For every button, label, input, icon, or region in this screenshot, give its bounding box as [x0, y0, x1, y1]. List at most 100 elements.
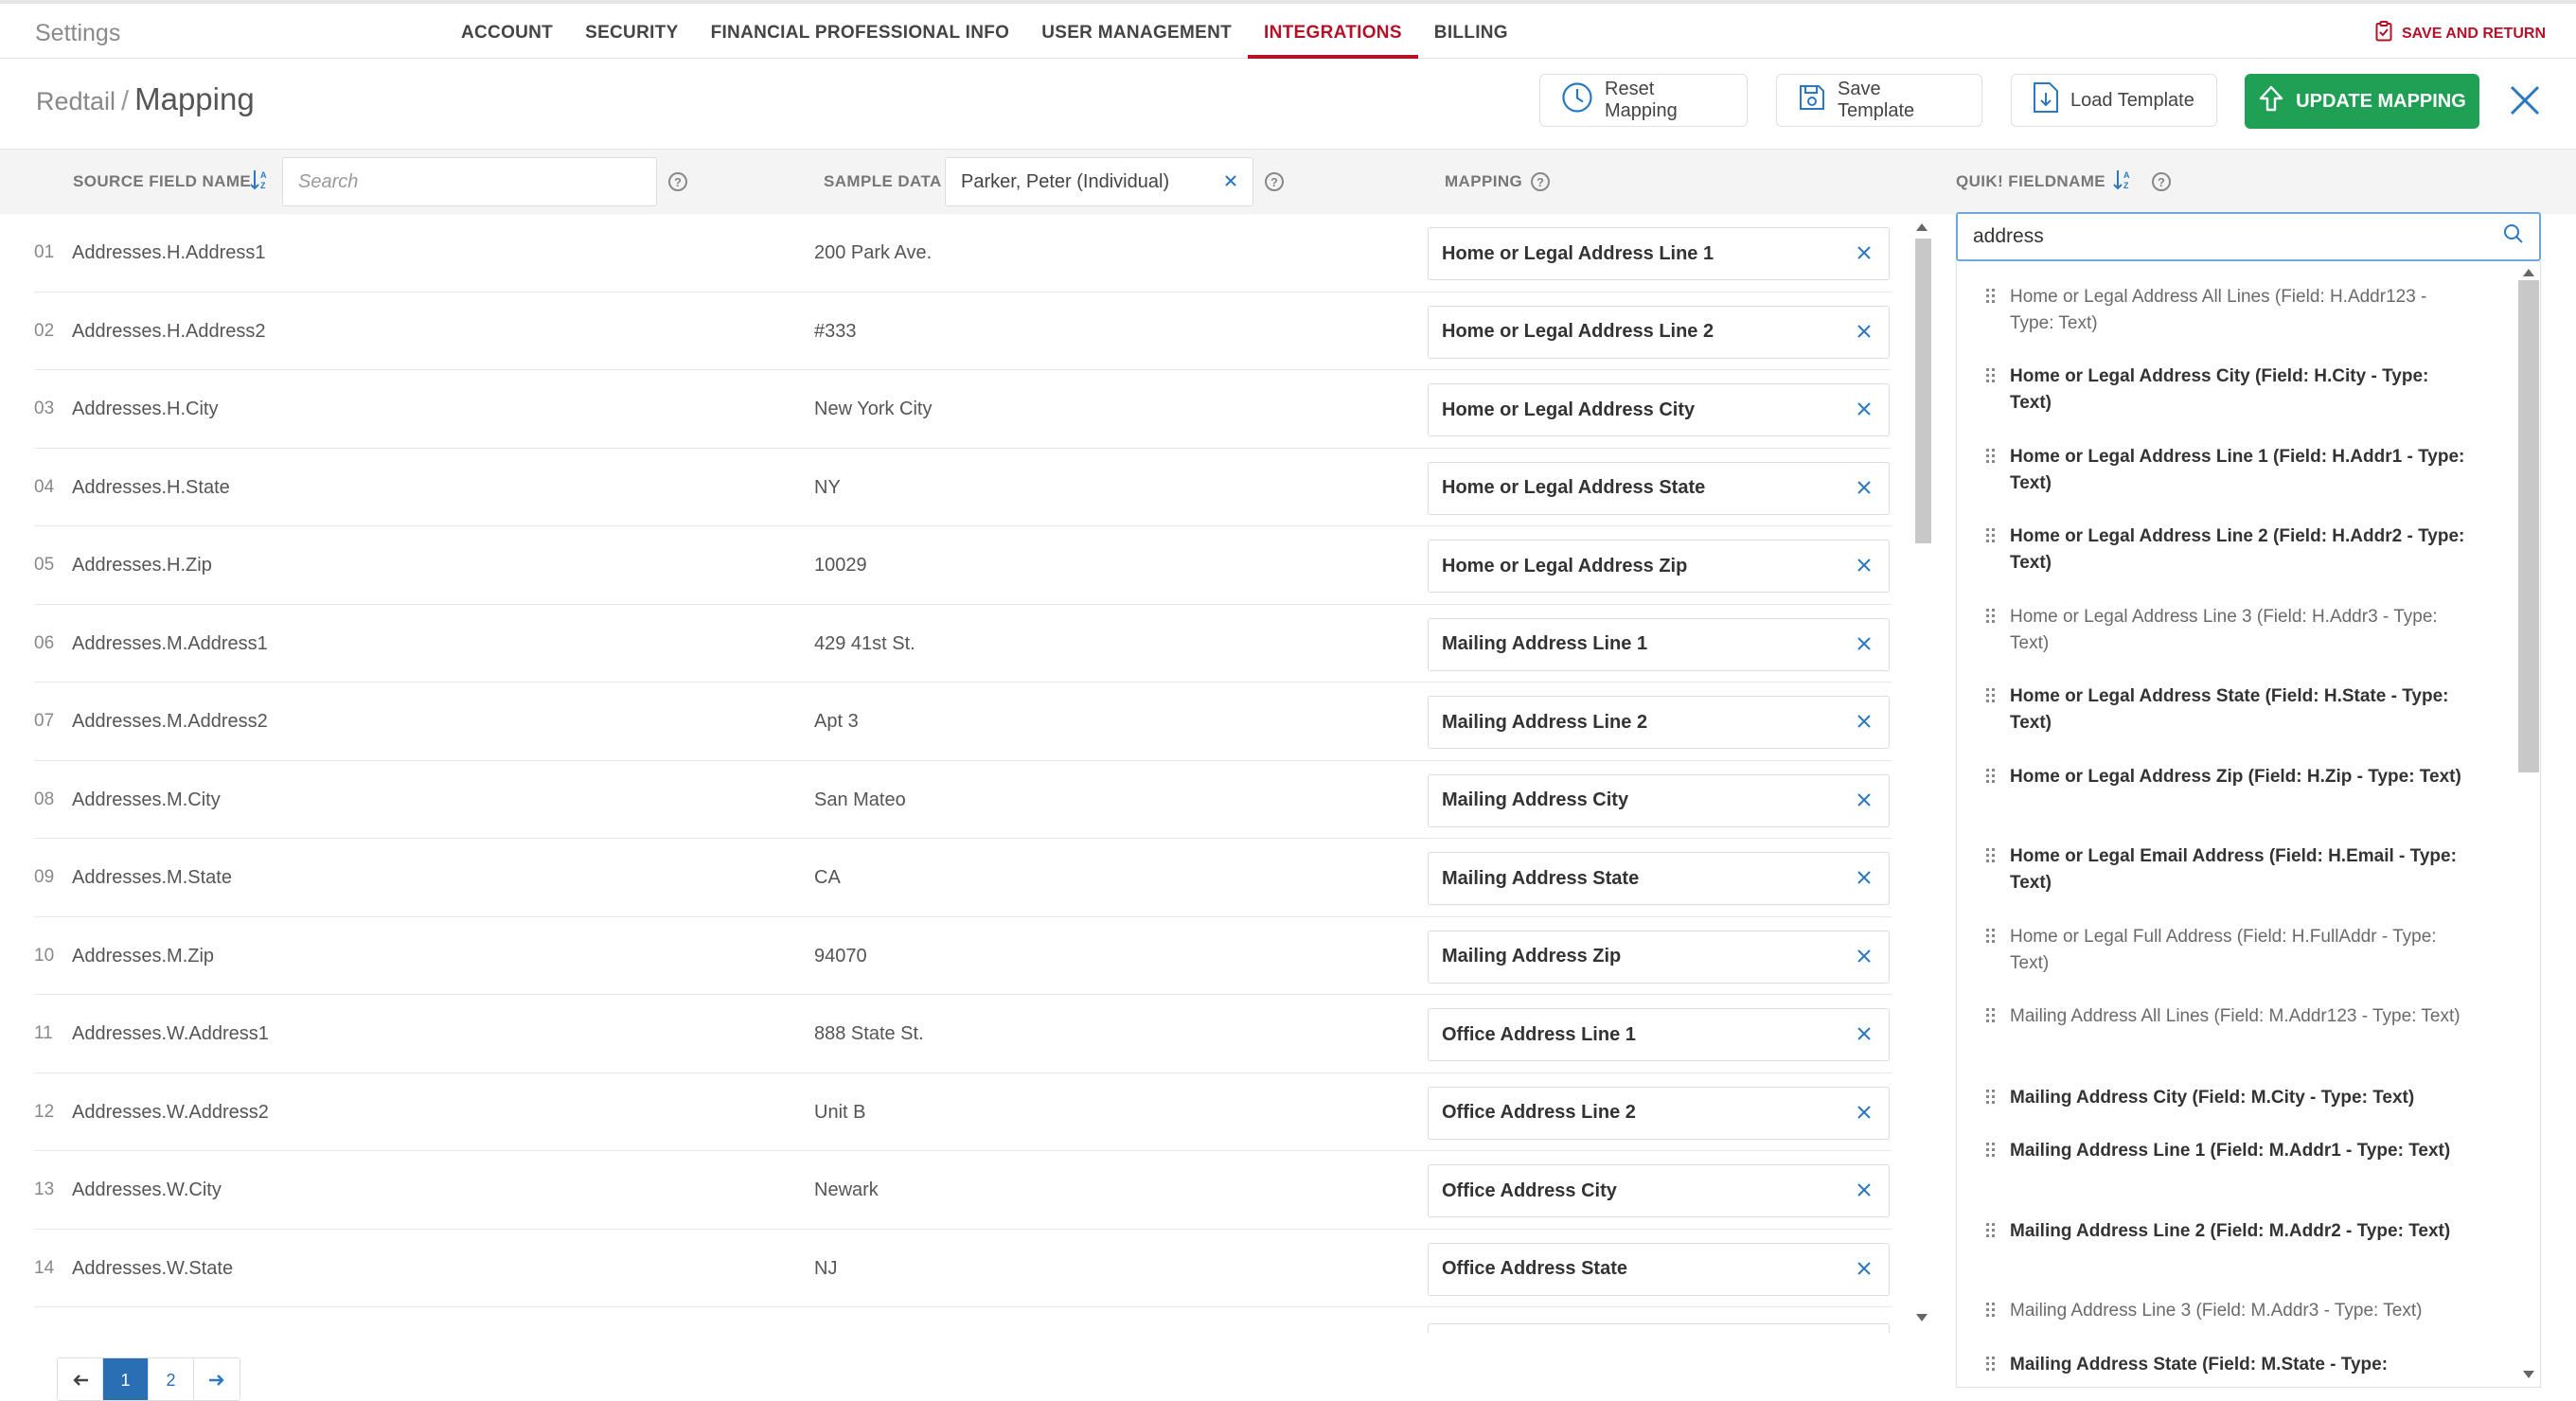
- drag-handle-icon[interactable]: [1985, 768, 1997, 795]
- mapping-field[interactable]: Home or Legal Address Zip: [1428, 540, 1890, 593]
- list-scroll-up-icon[interactable]: [2523, 269, 2534, 276]
- clear-icon[interactable]: [1224, 171, 1237, 193]
- mapping-field[interactable]: Office Address State: [1428, 1242, 1890, 1296]
- sort-icon[interactable]: AZ: [250, 168, 271, 196]
- source-field-name: Addresses.M.Address1: [72, 632, 268, 654]
- quik-field-item[interactable]: Mailing Address City (Field: M.City - Ty…: [1985, 1085, 2466, 1116]
- remove-mapping-icon[interactable]: [1856, 636, 1874, 653]
- list-scroll-thumb[interactable]: [2518, 280, 2539, 772]
- mapping-field[interactable]: Mailing Address Line 1: [1428, 617, 1890, 671]
- remove-mapping-icon[interactable]: [1856, 792, 1874, 809]
- drag-handle-icon[interactable]: [1985, 1089, 1997, 1116]
- quik-field-item[interactable]: Mailing Address All Lines (Field: M.Addr…: [1985, 1003, 2466, 1035]
- quik-field-item[interactable]: Home or Legal Address City (Field: H.Cit…: [1985, 364, 2466, 417]
- mapping-field[interactable]: Office Address Line 2: [1428, 1086, 1890, 1140]
- load-template-button[interactable]: Load Template: [2011, 74, 2217, 127]
- remove-mapping-icon[interactable]: [1856, 1182, 1874, 1199]
- save-template-button[interactable]: Save Template: [1776, 74, 1982, 127]
- remove-mapping-icon[interactable]: [1856, 1026, 1874, 1043]
- drag-handle-icon[interactable]: [1985, 1222, 1997, 1250]
- remove-mapping-icon[interactable]: [1856, 401, 1874, 418]
- sample-help-icon[interactable]: ?: [1265, 172, 1284, 191]
- scroll-up-arrow-icon[interactable]: [1916, 223, 1928, 231]
- drag-handle-icon[interactable]: [1985, 1007, 1997, 1035]
- drag-handle-icon[interactable]: [1985, 527, 1997, 576]
- sample-data-value: NY: [814, 476, 841, 498]
- mapping-field[interactable]: Home or Legal Address City: [1428, 383, 1890, 436]
- close-icon[interactable]: [2504, 80, 2546, 121]
- mapping-field[interactable]: Mailing Address Line 2: [1428, 696, 1890, 749]
- tab-user-management[interactable]: USER MANAGEMENT: [1025, 4, 1248, 59]
- drag-handle-icon[interactable]: [1985, 847, 1997, 896]
- remove-mapping-icon[interactable]: [1856, 1261, 1874, 1278]
- tab-account[interactable]: ACCOUNT: [445, 4, 569, 59]
- quik-field-item[interactable]: Home or Legal Full Address (Field: H.Ful…: [1985, 924, 2466, 977]
- remove-mapping-icon[interactable]: [1856, 870, 1874, 887]
- quik-field-search-input[interactable]: address: [1956, 212, 2541, 261]
- remove-mapping-icon[interactable]: [1856, 558, 1874, 575]
- drag-handle-icon[interactable]: [1985, 1142, 1997, 1169]
- breadcrumb-parent[interactable]: Redtail: [36, 87, 115, 115]
- remove-mapping-icon[interactable]: [1856, 324, 1874, 341]
- mapping-field[interactable]: Mailing Address City: [1428, 773, 1890, 827]
- remove-mapping-icon[interactable]: [1856, 480, 1874, 497]
- drag-handle-icon[interactable]: [1985, 1302, 1997, 1329]
- update-mapping-button[interactable]: UPDATE MAPPING: [2245, 74, 2479, 129]
- prev-page-button[interactable]: [58, 1358, 103, 1400]
- quik-field-label: Home or Legal Address All Lines (Field: …: [2010, 287, 2427, 333]
- drag-handle-icon[interactable]: [1985, 687, 1997, 736]
- tab-financial-professional-info[interactable]: FINANCIAL PROFESSIONAL INFO: [695, 4, 1026, 59]
- table-scroll-thumb[interactable]: [1915, 239, 1931, 543]
- tab-billing[interactable]: BILLING: [1418, 4, 1524, 59]
- page-1-button[interactable]: 1: [103, 1358, 149, 1400]
- table-row: 01 Addresses.H.Address1 200 Park Ave. Home …: [34, 214, 1892, 293]
- scroll-down-arrow-icon[interactable]: [1916, 1314, 1928, 1321]
- quik-field-item[interactable]: Home or Legal Address Line 2 (Field: H.A…: [1985, 523, 2466, 576]
- tab-security[interactable]: SECURITY: [569, 4, 694, 59]
- quik-field-item[interactable]: Home or Legal Address Line 3 (Field: H.A…: [1985, 604, 2466, 657]
- search-icon[interactable]: [2503, 223, 2524, 250]
- remove-mapping-icon[interactable]: [1856, 714, 1874, 731]
- sample-data-select[interactable]: Parker, Peter (Individual): [945, 157, 1253, 206]
- mapping-field[interactable]: Office Address City: [1428, 1164, 1890, 1217]
- quik-field-item[interactable]: Mailing Address Line 1 (Field: M.Addr1 -…: [1985, 1138, 2466, 1169]
- quik-field-label: Mailing Address City (Field: M.City - Ty…: [2010, 1088, 2415, 1108]
- drag-handle-icon[interactable]: [1985, 608, 1997, 657]
- quik-field-item[interactable]: Home or Legal Address Line 1 (Field: H.A…: [1985, 444, 2466, 497]
- quik-field-item[interactable]: Mailing Address Line 3 (Field: M.Addr3 -…: [1985, 1298, 2466, 1329]
- mapping-help-icon[interactable]: ?: [1531, 172, 1550, 191]
- row-number: 06: [34, 632, 55, 653]
- remove-mapping-icon[interactable]: [1856, 1105, 1874, 1122]
- reset-mapping-button[interactable]: Reset Mapping: [1539, 74, 1748, 127]
- quik-sort-icon[interactable]: AZ: [2113, 168, 2134, 196]
- mapping-field[interactable]: Home or Legal Address State: [1428, 461, 1890, 515]
- drag-handle-icon[interactable]: [1985, 928, 1997, 977]
- drag-handle-icon[interactable]: [1985, 288, 1997, 337]
- source-help-icon[interactable]: ?: [668, 172, 687, 191]
- tab-integrations[interactable]: INTEGRATIONS: [1248, 4, 1418, 59]
- quik-field-item[interactable]: Home or Legal Address Zip (Field: H.Zip …: [1985, 764, 2466, 795]
- source-search-input[interactable]: Search: [282, 157, 657, 206]
- page-2-button[interactable]: 2: [149, 1358, 194, 1400]
- quik-field-item[interactable]: Mailing Address State (Field: M.State - …: [1985, 1352, 2466, 1383]
- save-and-return-button[interactable]: SAVE AND RETURN: [2375, 21, 2546, 46]
- quik-help-icon[interactable]: ?: [2152, 172, 2171, 191]
- drag-handle-icon[interactable]: [1985, 448, 1997, 497]
- quik-field-item[interactable]: Home or Legal Address All Lines (Field: …: [1985, 284, 2466, 337]
- sample-data-header: SAMPLE DATA: [824, 172, 942, 190]
- mapping-label: Home or Legal Address Line 1: [1442, 242, 1714, 264]
- remove-mapping-icon[interactable]: [1856, 949, 1874, 966]
- mapping-field[interactable]: Office Address Line 1: [1428, 1008, 1890, 1061]
- quik-field-item[interactable]: Home or Legal Address State (Field: H.St…: [1985, 683, 2466, 736]
- drag-handle-icon[interactable]: [1985, 367, 1997, 417]
- mapping-field[interactable]: Home or Legal Address Line 2: [1428, 305, 1890, 359]
- remove-mapping-icon[interactable]: [1856, 245, 1874, 262]
- drag-handle-icon[interactable]: [1985, 1356, 1997, 1383]
- list-scroll-down-icon[interactable]: [2523, 1371, 2534, 1378]
- quik-field-item[interactable]: Mailing Address Line 2 (Field: M.Addr2 -…: [1985, 1218, 2466, 1250]
- mapping-field[interactable]: Home or Legal Address Line 1: [1428, 227, 1890, 280]
- mapping-field[interactable]: Mailing Address Zip: [1428, 930, 1890, 984]
- quik-field-item[interactable]: Home or Legal Email Address (Field: H.Em…: [1985, 843, 2466, 896]
- next-page-button[interactable]: [194, 1358, 240, 1400]
- mapping-field[interactable]: Mailing Address State: [1428, 852, 1890, 905]
